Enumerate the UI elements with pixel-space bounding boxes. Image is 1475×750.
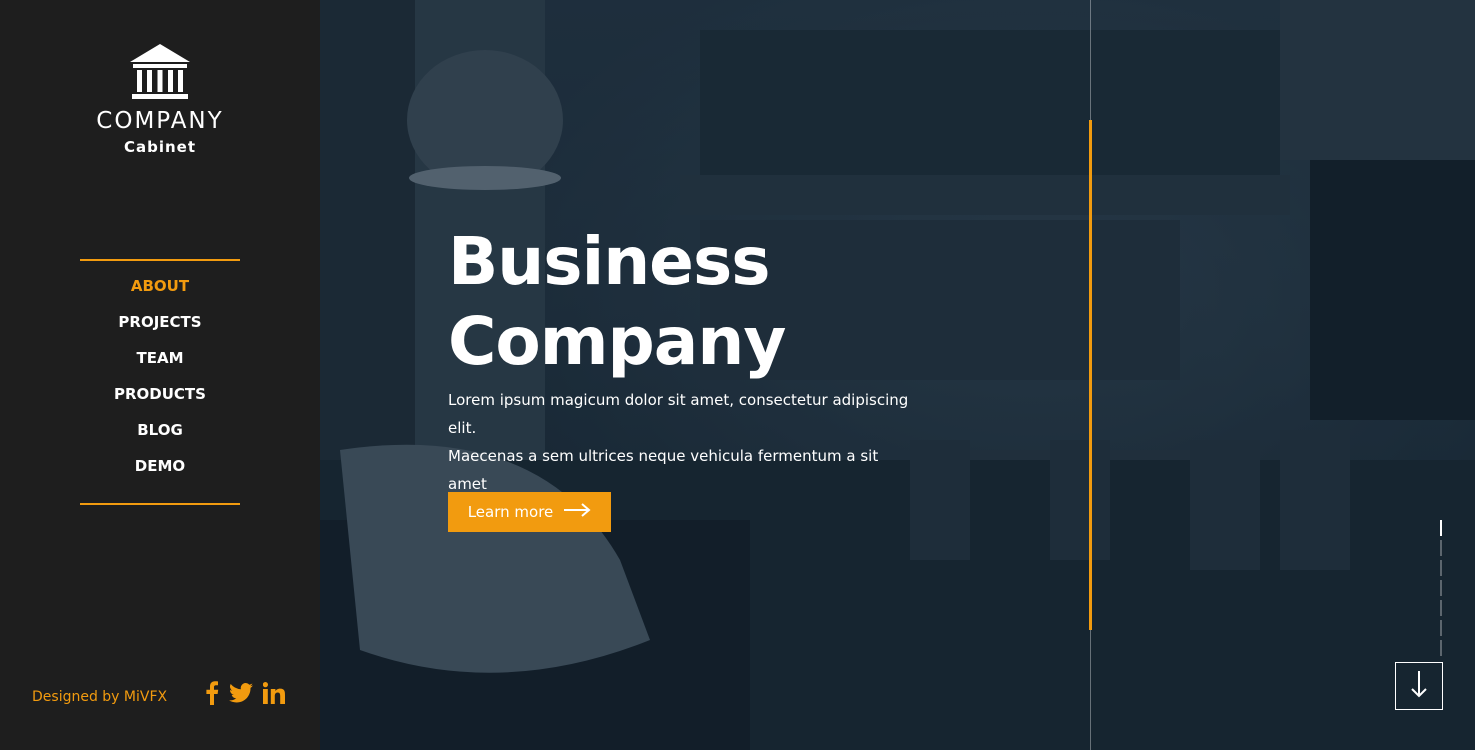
nav-item-demo[interactable]: DEMO <box>80 455 240 491</box>
brand-logo[interactable]: COMPANY Cabinet <box>0 42 320 156</box>
designer-credit[interactable]: Designed by MiVFX <box>32 689 167 705</box>
facebook-icon[interactable] <box>205 681 219 710</box>
pager-tick[interactable] <box>1440 520 1442 536</box>
slide-pager[interactable] <box>1440 520 1442 660</box>
brand-name: COMPANY <box>96 108 224 134</box>
hero-title-line-1: Business <box>448 223 771 300</box>
hero-title: Business Company <box>448 222 786 382</box>
learn-more-button[interactable]: Learn more <box>448 492 611 532</box>
nav-item-projects[interactable]: PROJECTS <box>80 311 240 347</box>
pager-tick[interactable] <box>1440 600 1442 616</box>
pager-tick[interactable] <box>1440 580 1442 596</box>
bank-icon <box>0 42 320 102</box>
scroll-down-button[interactable] <box>1395 662 1443 710</box>
pager-tick[interactable] <box>1440 640 1442 656</box>
learn-more-label: Learn more <box>467 503 554 521</box>
nav-item-team[interactable]: TEAM <box>80 347 240 383</box>
divider-accent <box>1089 120 1092 630</box>
twitter-icon[interactable] <box>229 683 253 708</box>
social-links <box>205 681 285 710</box>
nav-item-about[interactable]: ABOUT <box>80 275 240 311</box>
arrow-right-icon <box>563 503 591 521</box>
pager-tick[interactable] <box>1440 560 1442 576</box>
main-nav: ABOUT PROJECTS TEAM PRODUCTS BLOG DEMO <box>80 259 240 505</box>
pager-tick[interactable] <box>1440 620 1442 636</box>
hero-text-line-2: Maecenas a sem ultrices neque vehicula f… <box>448 447 879 493</box>
hero-section: Business Company Lorem ipsum magicum dol… <box>320 0 1475 750</box>
pager-tick[interactable] <box>1440 540 1442 556</box>
nav-item-products[interactable]: PRODUCTS <box>80 383 240 419</box>
sidebar: COMPANY Cabinet ABOUT PROJECTS TEAM PROD… <box>0 0 320 750</box>
hero-title-line-2: Company <box>448 303 786 380</box>
hero-text-line-1: Lorem ipsum magicum dolor sit amet, cons… <box>448 391 909 437</box>
brand-subtitle: Cabinet <box>123 138 197 156</box>
arrow-down-icon <box>1409 670 1429 703</box>
nav-item-blog[interactable]: BLOG <box>80 419 240 455</box>
linkedin-icon[interactable] <box>262 682 285 709</box>
